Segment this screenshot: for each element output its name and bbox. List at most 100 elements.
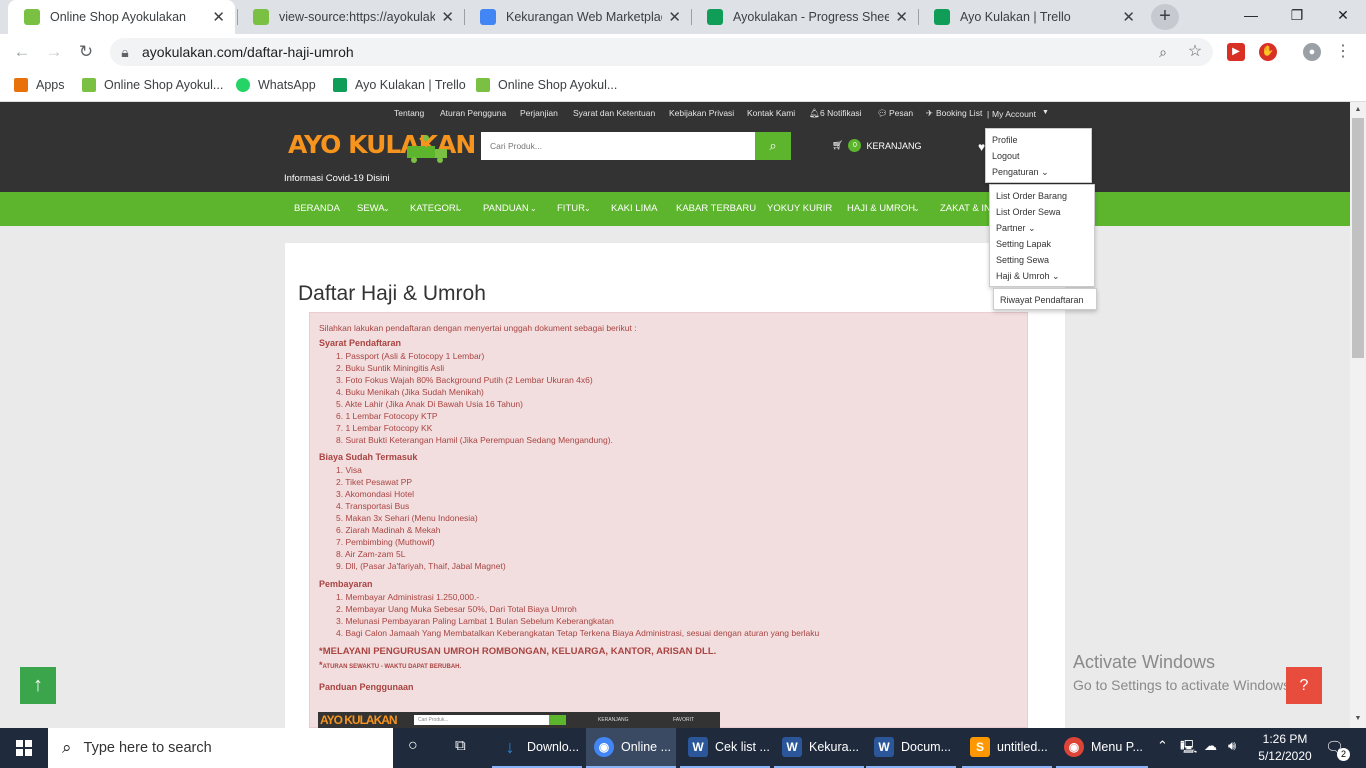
network-icon[interactable]: 🖳︎ <box>1180 738 1197 760</box>
menu-kebab-icon[interactable]: ⋮ <box>1334 43 1352 61</box>
link-pesan[interactable]: Pesan <box>889 108 913 118</box>
menu-setting-lapak[interactable]: Setting Lapak <box>996 239 1051 249</box>
onedrive-cloud-icon[interactable]: ☁ <box>1204 738 1217 754</box>
chevron-down-icon: ⌄ <box>584 204 591 213</box>
folder-download-icon: ↓ <box>505 737 515 757</box>
link-syarat-ketentuan[interactable]: Syarat dan Ketentuan <box>573 108 655 118</box>
taskbar-downloads[interactable]: ↓ Downlo... <box>492 728 582 768</box>
plane-icon: ✈ <box>926 108 934 118</box>
url-text[interactable]: ayokulakan.com/daftar-haji-umroh <box>142 44 354 60</box>
menu-logout[interactable]: Logout <box>992 151 1020 161</box>
volume-icon[interactable]: 🔊︎ <box>1228 738 1236 754</box>
word-icon: W <box>874 737 894 757</box>
menu-list-order-sewa[interactable]: List Order Sewa <box>996 207 1061 217</box>
scrollbar-thumb[interactable] <box>1352 118 1364 358</box>
chevron-down-icon: ⌄ <box>1041 167 1049 177</box>
link-kontak-kami[interactable]: Kontak Kami <box>747 108 795 118</box>
list-item: 2. Buku Suntik Miningitis Asli <box>336 363 445 373</box>
bookmark-trello[interactable]: Ayo Kulakan | Trello <box>333 76 466 94</box>
menu-list-order-barang[interactable]: List Order Barang <box>996 191 1067 201</box>
nav-sewa[interactable]: SEWA <box>357 203 385 214</box>
tab-progress-sheet[interactable]: Ayokulakan - Progress Sheet ✕ <box>691 0 918 34</box>
list-item: 2. Membayar Uang Muka Sebesar 50%, Dari … <box>336 604 577 614</box>
menu-partner[interactable]: Partner ⌄ <box>996 223 1036 234</box>
tab-trello[interactable]: Ayo Kulakan | Trello ✕ <box>918 0 1145 34</box>
close-icon[interactable]: ✕ <box>212 8 225 26</box>
menu-pengaturan[interactable]: Pengaturan ⌄ <box>992 167 1049 178</box>
extension-icon[interactable]: ▶ <box>1227 43 1245 61</box>
close-icon[interactable]: ✕ <box>895 8 908 26</box>
adblock-icon[interactable]: ✋ <box>1259 43 1277 61</box>
close-icon[interactable]: ✕ <box>668 8 681 26</box>
nav-zakat[interactable]: ZAKAT & IN <box>940 203 991 214</box>
menu-profile[interactable]: Profile <box>992 135 1018 145</box>
minimize-button[interactable]: — <box>1228 0 1274 30</box>
taskbar-search[interactable]: ⌕ Type here to search <box>48 728 393 768</box>
nav-fitur[interactable]: FITUR <box>557 203 585 214</box>
search-button[interactable]: ⌕ <box>755 132 791 160</box>
list-item: 7. 1 Lembar Fotocopy KK <box>336 423 433 433</box>
link-tentang[interactable]: Tentang <box>394 108 424 118</box>
help-button[interactable]: ? <box>1286 667 1322 704</box>
taskbar-chrome-online[interactable]: ◉ Online ... <box>586 728 676 768</box>
profile-avatar-icon[interactable]: ● <box>1303 43 1321 61</box>
bookmark-online-shop-2[interactable]: Online Shop Ayokul... <box>476 76 617 94</box>
chevron-down-icon: ⌄ <box>1052 271 1060 281</box>
task-view-icon[interactable]: ⧉ <box>455 737 466 754</box>
forward-icon[interactable]: → <box>44 42 64 62</box>
link-perjanjian[interactable]: Perjanjian <box>520 108 558 118</box>
scroll-up-arrow-icon[interactable]: ▲ <box>1350 103 1366 117</box>
menu-riwayat-pendaftaran[interactable]: Riwayat Pendaftaran <box>1000 295 1084 305</box>
taskbar-sublime[interactable]: S untitled... <box>962 728 1052 768</box>
close-window-button[interactable]: ✕ <box>1320 0 1366 30</box>
nav-beranda[interactable]: BERANDA <box>294 203 340 214</box>
taskbar-chrome-menu[interactable]: ◉ Menu P... <box>1056 728 1148 768</box>
nav-haji-umroh[interactable]: HAJI & UMROH <box>847 203 915 214</box>
tab-view-source[interactable]: view-source:https://ayokulakan ✕ <box>237 0 464 34</box>
chevron-down-icon: ⌄ <box>456 204 463 213</box>
scroll-down-arrow-icon[interactable]: ▼ <box>1350 712 1366 726</box>
product-search-input[interactable] <box>481 132 755 160</box>
reload-icon[interactable]: ↻ <box>76 42 96 62</box>
start-button[interactable] <box>0 728 48 768</box>
rules-note-text: ATURAN SEWAKTU - WAKTU DAPAT BERUBAH. <box>322 664 462 670</box>
my-account-toggle[interactable]: My Account <box>992 109 1036 119</box>
tray-chevron-up-icon[interactable]: ⌃ <box>1157 738 1168 754</box>
link-kebijakan-privasi[interactable]: Kebijakan Privasi <box>669 108 734 118</box>
nav-panduan[interactable]: PANDUAN <box>483 203 529 214</box>
cortana-icon[interactable]: ○ <box>408 737 418 755</box>
ayokulakan-favicon-icon <box>253 9 269 25</box>
bookmark-whatsapp[interactable]: WhatsApp <box>236 76 316 94</box>
taskbar-word-document[interactable]: W Docum... <box>866 728 956 768</box>
close-icon[interactable]: ✕ <box>1122 8 1135 26</box>
tab-online-shop[interactable]: Online Shop Ayokulakan ✕ <box>8 0 235 34</box>
nav-kabar-terbaru[interactable]: KABAR TERBARU <box>676 203 756 214</box>
chevron-down-icon: ⌄ <box>1028 223 1036 233</box>
menu-setting-sewa[interactable]: Setting Sewa <box>996 255 1049 265</box>
nav-kaki-lima[interactable]: KAKI LIMA <box>611 203 657 214</box>
bookmark-star-icon[interactable]: ☆ <box>1186 43 1204 61</box>
back-icon[interactable]: ← <box>12 42 32 62</box>
lock-icon[interactable]: 🔒︎ <box>116 43 134 61</box>
taskbar-word-ceklist[interactable]: W Cek list ... <box>680 728 770 768</box>
restore-button[interactable]: ❐ <box>1274 0 1320 30</box>
cart-link[interactable]: 🛒︎ 0 KERANJANG <box>832 139 921 152</box>
taskbar-word-kekurangan[interactable]: W Kekura... <box>774 728 864 768</box>
taskbar-clock[interactable]: 1:26 PM 5/12/2020 <box>1250 731 1320 765</box>
new-tab-button[interactable]: + <box>1151 4 1179 30</box>
intro-text: Silahkan lakukan pendaftaran dengan meny… <box>319 323 637 333</box>
taskbar-label: Cek list ... <box>715 740 770 754</box>
bookmark-online-shop-1[interactable]: Online Shop Ayokul... <box>82 76 223 94</box>
close-icon[interactable]: ✕ <box>441 8 454 26</box>
link-aturan-pengguna[interactable]: Aturan Pengguna <box>440 108 506 118</box>
nav-yokuy-kurir[interactable]: YOKUY KURIR <box>767 203 832 214</box>
nav-kategori[interactable]: KATEGORI <box>410 203 458 214</box>
link-booking-list[interactable]: Booking List <box>936 108 982 118</box>
scroll-to-top-button[interactable]: ↑ <box>20 667 56 704</box>
tab-kekurangan[interactable]: Kekurangan Web Marketplace ✕ <box>464 0 691 34</box>
covid-info-link[interactable]: Informasi Covid-19 Disini <box>284 173 390 184</box>
link-notifikasi[interactable]: 6 Notifikasi <box>820 108 862 118</box>
bookmark-apps[interactable]: Apps <box>14 76 65 94</box>
zoom-icon[interactable]: ⌕ <box>1154 43 1172 61</box>
menu-haji-umroh[interactable]: Haji & Umroh ⌄ <box>996 271 1060 282</box>
